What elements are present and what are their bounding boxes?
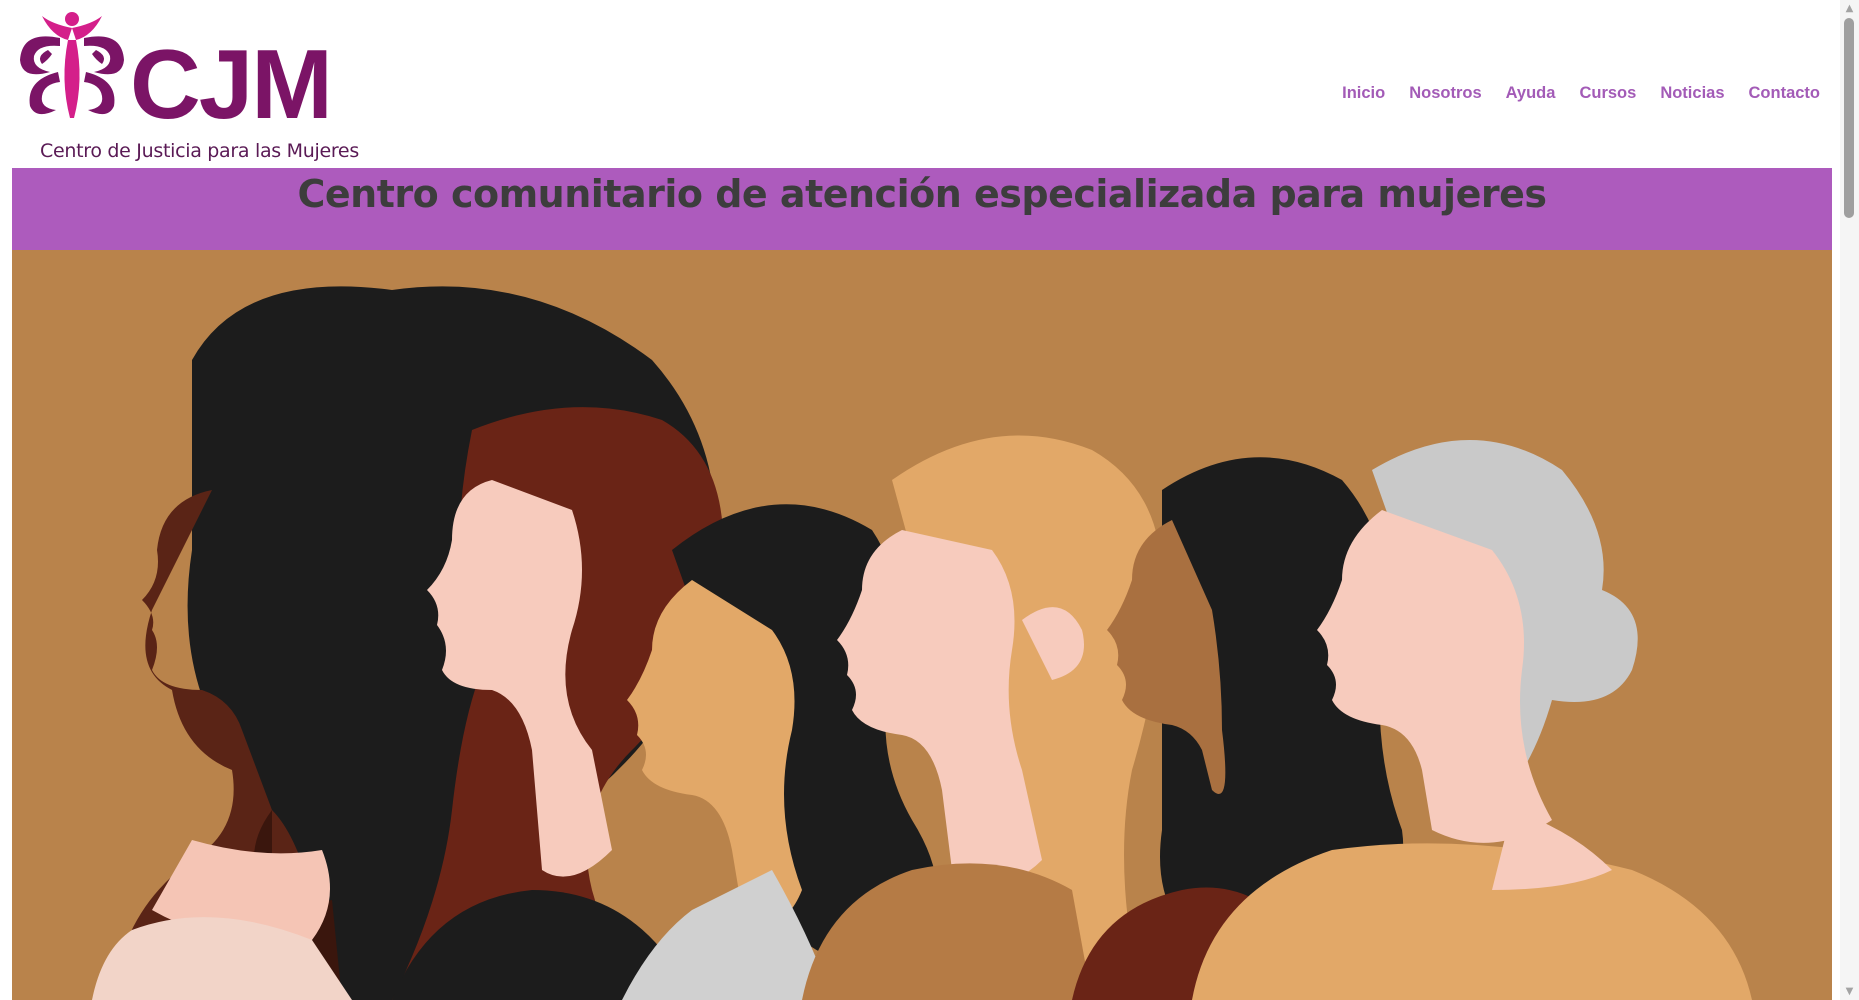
- page: CJM Centro de Justicia para las Mujeres …: [0, 0, 1859, 1000]
- scroll-down-arrow-icon[interactable]: ▼: [1840, 983, 1859, 1000]
- nav-item-cursos[interactable]: Cursos: [1567, 84, 1648, 103]
- site-header: CJM Centro de Justicia para las Mujeres …: [0, 0, 1840, 168]
- hero-image: [12, 250, 1832, 1000]
- women-profiles-illustration-icon: [12, 250, 1832, 1000]
- nav-item-nosotros[interactable]: Nosotros: [1397, 84, 1493, 103]
- logo-acronym: CJM: [130, 29, 333, 139]
- site-logo[interactable]: CJM Centro de Justicia para las Mujeres: [12, 10, 359, 165]
- nav-item-noticias[interactable]: Noticias: [1648, 84, 1736, 103]
- vertical-scrollbar[interactable]: ▲ ▼: [1840, 0, 1859, 1000]
- hero-banner: Centro comunitario de atención especiali…: [12, 168, 1832, 250]
- nav-item-inicio[interactable]: Inicio: [1330, 84, 1397, 103]
- scroll-up-arrow-icon[interactable]: ▲: [1840, 0, 1859, 17]
- nav-item-contacto[interactable]: Contacto: [1737, 84, 1833, 103]
- main-nav: Inicio Nosotros Ayuda Cursos Noticias Co…: [1330, 84, 1832, 103]
- banner-title: Centro comunitario de atención especiali…: [297, 172, 1547, 216]
- scrollbar-thumb[interactable]: [1844, 18, 1854, 218]
- nav-item-ayuda[interactable]: Ayuda: [1494, 84, 1568, 103]
- logo-subtitle: Centro de Justicia para las Mujeres: [40, 140, 359, 162]
- butterfly-logo-icon: [20, 12, 124, 118]
